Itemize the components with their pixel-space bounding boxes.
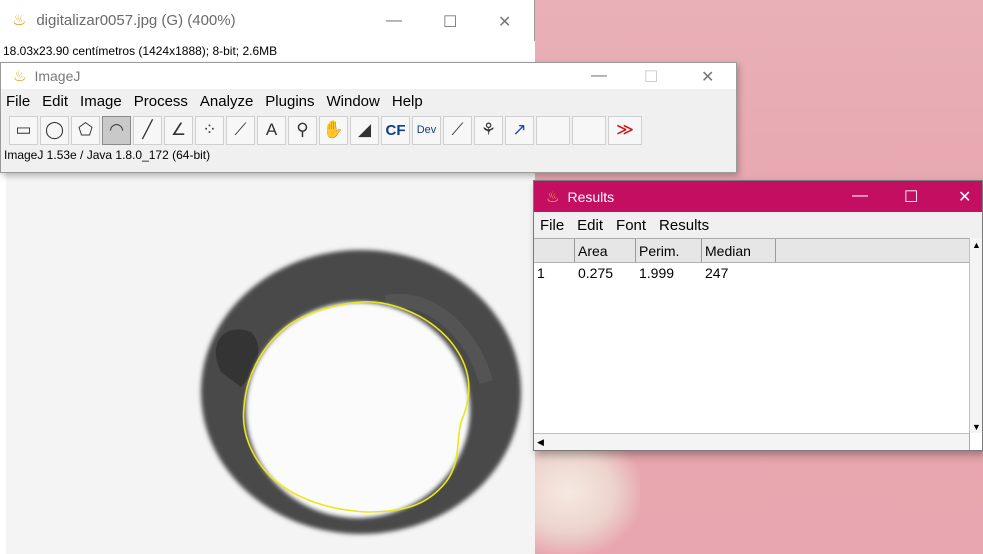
close-icon[interactable]: ✕ [498,12,511,32]
menu-plugins[interactable]: Plugins [265,93,314,110]
minimize-icon[interactable]: — [591,67,607,85]
scroll-corner [969,433,982,450]
point-tool-icon[interactable]: ⁘ [195,115,224,145]
menu-file[interactable]: File [6,93,30,110]
scroll-down-icon[interactable]: ▼ [972,422,981,432]
table-row[interactable]: 1 0.275 1.999 247 [534,263,971,283]
close-icon[interactable]: ✕ [701,67,714,87]
menu-analyze[interactable]: Analyze [200,93,253,110]
table-header: Area Perim. Median [534,239,971,263]
menu-process[interactable]: Process [134,93,188,110]
row-index: 1 [537,265,545,281]
more-tools-icon[interactable]: ≫ [608,115,642,145]
results-menu-file[interactable]: File [540,217,564,234]
line-tool-icon[interactable]: ╱ [133,115,162,145]
status-bar: ImageJ 1.53e / Java 1.8.0_172 (64-bit) [4,148,211,162]
empty-tool-slot[interactable] [536,115,570,145]
menu-edit[interactable]: Edit [42,93,68,110]
cf-tool-icon[interactable]: CF [381,115,410,145]
hand-tool-icon[interactable]: ✋ [319,115,348,145]
ring-hole [246,302,470,518]
empty-tool-slot[interactable] [572,115,606,145]
imagej-app-icon: ♨ [13,68,27,85]
imagej-title: ImageJ [34,68,81,84]
cell-area: 0.275 [578,265,614,281]
scroll-left-icon[interactable]: ◀ [537,437,544,448]
oval-tool-icon[interactable]: ◯ [40,115,69,145]
column-header-median[interactable]: Median [702,239,776,262]
menu-help[interactable]: Help [392,93,423,110]
results-menu-edit[interactable]: Edit [577,217,603,234]
column-header-area[interactable]: Area [575,239,636,262]
maximize-icon: ☐ [644,69,659,86]
imagej-toolbar: ▭ ◯ ⬠ ◠ ╱ ∠ ⁘ ⟋ A ⚲ ✋ ◢ CF Dev ⟋ ⚘ ↗ ≫ [1,113,736,147]
horizontal-scrollbar[interactable]: ◀ [534,433,971,450]
cell-median: 247 [705,265,729,281]
ring-image [6,172,535,554]
brush-tool-icon[interactable]: ⟋ [443,115,472,145]
dropper-tool-icon[interactable]: ◢ [350,115,379,145]
maximize-icon[interactable]: ☐ [904,187,918,207]
minimize-icon[interactable]: — [852,187,868,205]
wand-tool-icon[interactable]: ⟋ [226,115,255,145]
results-title: Results [567,188,615,205]
freehand-tool-icon[interactable]: ◠ [102,115,131,145]
dev-tool-icon[interactable]: Dev [412,115,441,145]
column-header-perim[interactable]: Perim. [636,239,702,262]
imagej-main-window: ♨ ImageJ — ☐ ✕ File Edit Image Process A… [0,62,737,173]
flood-fill-tool-icon[interactable]: ⚘ [474,115,503,145]
text-tool-icon[interactable]: A [257,115,286,145]
imagej-menubar: File Edit Image Process Analyze Plugins … [1,89,736,113]
imagej-titlebar[interactable]: ♨ ImageJ [1,63,736,89]
imagej-app-icon: ♨ [12,12,27,29]
image-info: 18.03x23.90 centímetros (1424x1888); 8-b… [0,41,535,62]
close-icon[interactable]: ✕ [958,187,971,207]
rectangle-tool-icon[interactable]: ▭ [9,115,38,145]
cell-perim: 1.999 [639,265,675,281]
results-menu-results[interactable]: Results [659,217,709,234]
maximize-icon[interactable]: ☐ [443,12,457,32]
imagej-app-icon: ♨ [546,188,560,206]
angle-tool-icon[interactable]: ∠ [164,115,193,145]
vertical-scrollbar[interactable]: ▲ ▼ [969,238,982,434]
results-menu-font[interactable]: Font [616,217,646,234]
results-window: ♨ Results — ☐ ✕ File Edit Font Results A… [533,180,983,451]
image-window-title: digitalizar0057.jpg (G) (400%) [36,11,236,29]
row-index-header [534,239,575,262]
results-menubar: File Edit Font Results [534,212,982,238]
results-table[interactable]: Area Perim. Median 1 0.275 1.999 247 [534,238,971,434]
image-canvas[interactable] [0,172,535,554]
minimize-icon[interactable]: — [386,12,402,30]
menu-window[interactable]: Window [327,93,380,110]
polygon-tool-icon[interactable]: ⬠ [71,115,100,145]
column-header-empty [776,239,971,262]
menu-image[interactable]: Image [80,93,122,110]
scroll-up-icon[interactable]: ▲ [972,240,981,250]
arrow-tool-icon[interactable]: ↗ [505,115,534,145]
magnifier-tool-icon[interactable]: ⚲ [288,115,317,145]
